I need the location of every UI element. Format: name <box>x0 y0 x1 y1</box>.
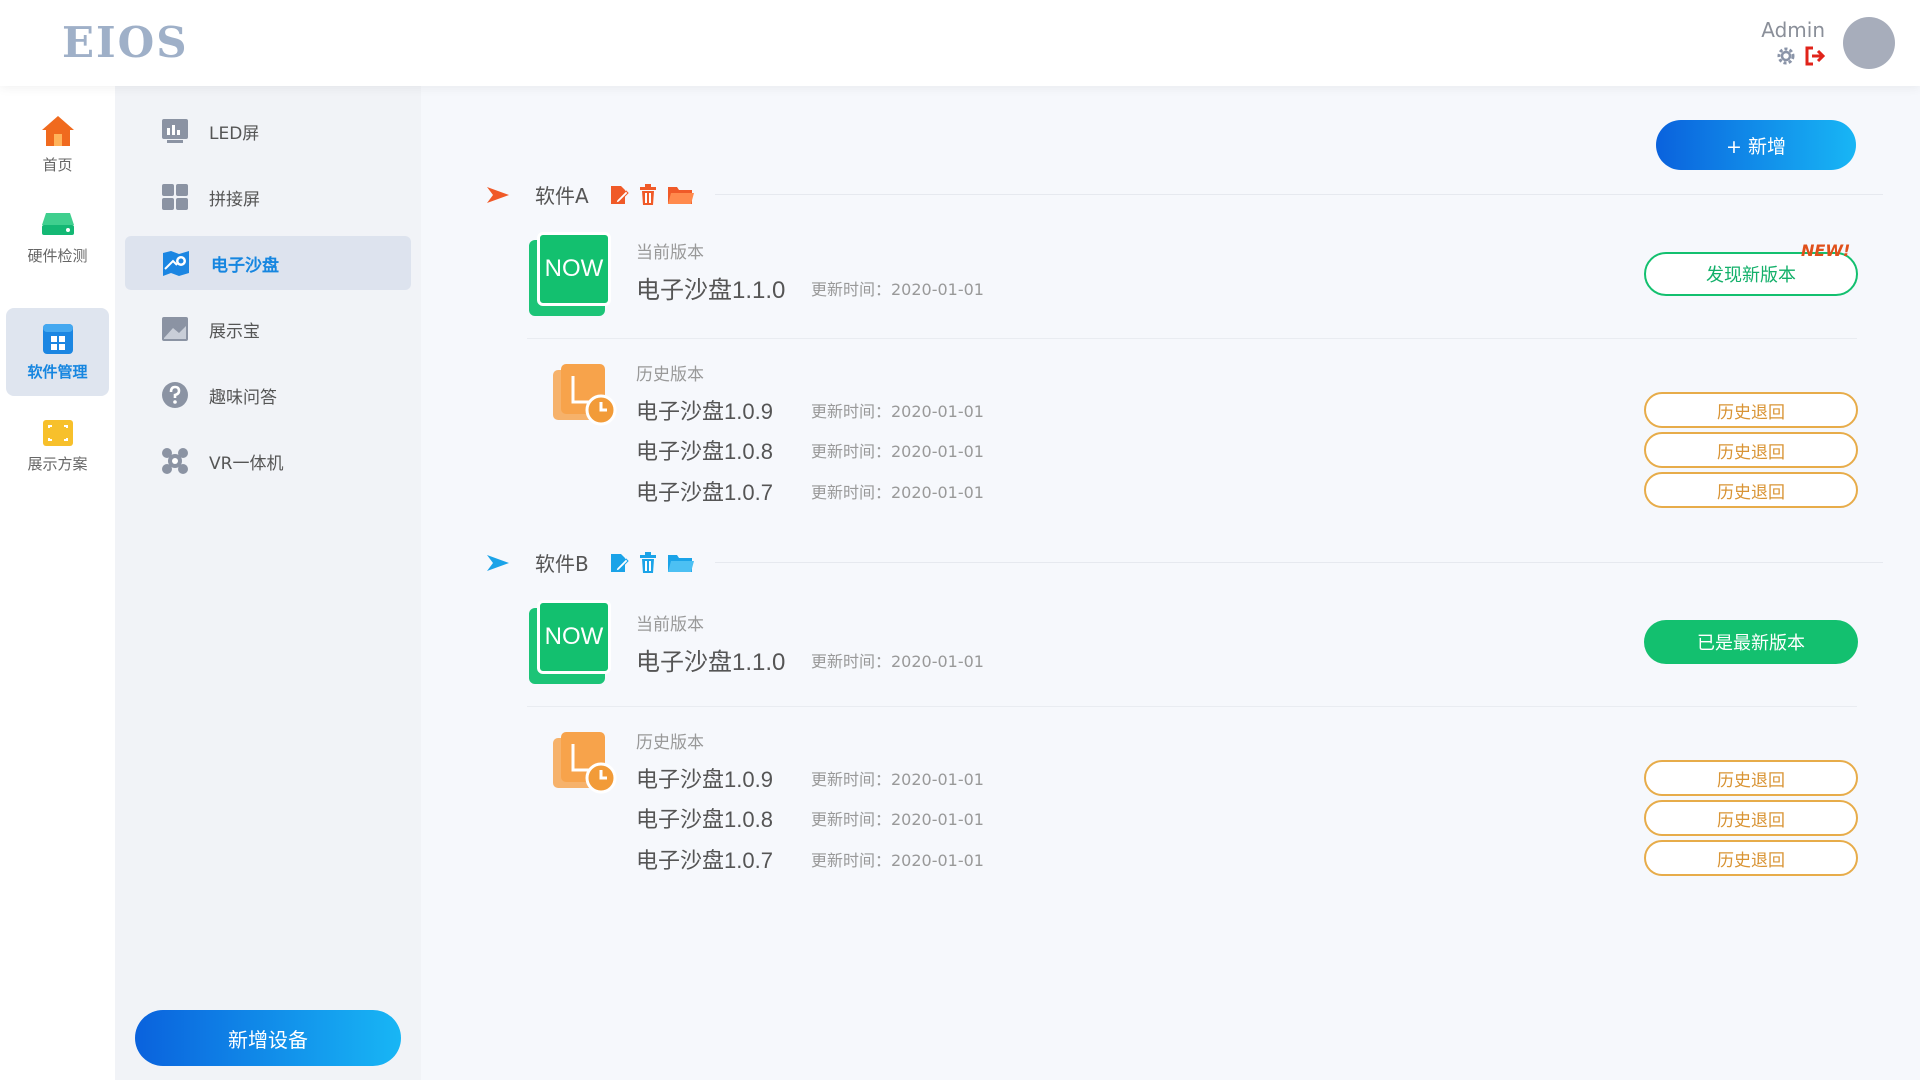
row-divider <box>527 338 1857 339</box>
add-device-button[interactable]: 新增设备 <box>135 1010 401 1066</box>
nav-label: 展示方案 <box>27 454 88 473</box>
home-icon <box>41 115 74 146</box>
history-icon <box>553 732 617 794</box>
vr-icon <box>162 448 188 474</box>
current-update-time: 更新时间：2020-01-01 <box>811 652 984 671</box>
history-version-name: 电子沙盘1.0.9 <box>636 767 773 792</box>
sand-table-icon <box>163 251 189 276</box>
folder-icon[interactable] <box>667 552 695 574</box>
avatar[interactable] <box>1843 17 1895 69</box>
splice-screen-icon <box>162 184 188 210</box>
current-update-time: 更新时间：2020-01-01 <box>811 280 984 299</box>
question-icon <box>162 382 188 408</box>
sub-navigation-list: LED屏 拼接屏 电子沙盘 展示宝 趣味问答 VR一体机 新增设备 <box>115 86 421 1080</box>
row-divider <box>527 706 1857 707</box>
history-update-time: 更新时间：2020-01-01 <box>811 851 984 870</box>
delete-icon[interactable] <box>639 551 657 574</box>
sub-item-question[interactable]: 趣味问答 <box>125 368 411 422</box>
nav-label: 软件管理 <box>27 362 88 381</box>
history-rollback-button[interactable]: 历史退回 <box>1644 432 1858 468</box>
sub-item-vr[interactable]: VR一体机 <box>125 434 411 488</box>
history-version-name: 电子沙盘1.0.7 <box>636 848 773 873</box>
current-version-name: 电子沙盘1.1.0 <box>636 277 786 304</box>
section-title: 软件A <box>535 184 589 208</box>
main-content: + 新增 软件A NOW 当前版本 电子沙盘1.1.0 更新时间：2020-01… <box>421 86 1920 1080</box>
sub-item-label: LED屏 <box>209 123 260 144</box>
gear-icon[interactable] <box>1776 46 1796 70</box>
history-version-label: 历史版本 <box>636 365 704 385</box>
nav-label: 硬件检测 <box>27 246 88 265</box>
now-label: NOW <box>537 600 611 674</box>
section-title: 软件B <box>535 552 589 576</box>
history-rollback-button[interactable]: 历史退回 <box>1644 800 1858 836</box>
current-version-label: 当前版本 <box>636 243 704 263</box>
edit-icon[interactable] <box>609 552 629 574</box>
history-rollback-button[interactable]: 历史退回 <box>1644 840 1858 876</box>
nav-item-display-plan[interactable]: 展示方案 <box>6 402 109 490</box>
now-label: NOW <box>537 232 611 306</box>
new-badge: NEW! <box>1801 241 1851 260</box>
latest-version-button[interactable]: 已是最新版本 <box>1644 620 1858 664</box>
history-version-name: 电子沙盘1.0.7 <box>636 480 773 505</box>
nav-item-software[interactable]: 软件管理 <box>6 308 109 396</box>
left-navigation: 首页 硬件检测 软件管理 展示方案 <box>0 86 115 1080</box>
delete-icon[interactable] <box>639 183 657 206</box>
sub-item-label: 拼接屏 <box>209 189 260 210</box>
nav-item-hardware[interactable]: 硬件检测 <box>6 194 109 282</box>
history-rollback-button[interactable]: 历史退回 <box>1644 472 1858 508</box>
current-version-label: 当前版本 <box>636 615 704 635</box>
folder-icon[interactable] <box>667 184 695 206</box>
history-update-time: 更新时间：2020-01-01 <box>811 402 984 421</box>
history-update-time: 更新时间：2020-01-01 <box>811 483 984 502</box>
logout-icon[interactable] <box>1804 46 1826 70</box>
now-badge-a: NOW <box>529 232 611 316</box>
hardware-icon <box>41 212 74 235</box>
add-software-button[interactable]: + 新增 <box>1656 120 1856 170</box>
led-screen-icon <box>162 119 188 143</box>
history-rollback-button[interactable]: 历史退回 <box>1644 760 1858 796</box>
play-arrow-icon <box>487 186 509 203</box>
history-version-label: 历史版本 <box>636 733 704 753</box>
header-actions <box>1776 46 1826 70</box>
history-update-time: 更新时间：2020-01-01 <box>811 442 984 461</box>
sub-item-splice[interactable]: 拼接屏 <box>125 170 411 224</box>
section-divider <box>714 562 1883 563</box>
nav-label: 首页 <box>42 155 73 174</box>
history-version-name: 电子沙盘1.0.8 <box>636 439 773 464</box>
edit-icon[interactable] <box>609 184 629 206</box>
history-update-time: 更新时间：2020-01-01 <box>811 770 984 789</box>
history-update-time: 更新时间：2020-01-01 <box>811 810 984 829</box>
history-version-name: 电子沙盘1.0.9 <box>636 399 773 424</box>
sub-item-showcase[interactable]: 展示宝 <box>125 302 411 356</box>
sub-item-sand-table[interactable]: 电子沙盘 <box>125 236 411 290</box>
section-header-a: 软件A <box>483 180 1883 209</box>
sub-item-label: VR一体机 <box>209 453 284 474</box>
display-plan-icon <box>42 419 73 446</box>
nav-item-home[interactable]: 首页 <box>6 100 109 188</box>
section-divider <box>714 194 1883 195</box>
section-header-b: 软件B <box>483 548 1883 577</box>
top-header: EIOS Admin <box>0 0 1920 86</box>
app-logo: EIOS <box>62 18 189 67</box>
now-badge-b: NOW <box>529 600 611 684</box>
sub-item-led[interactable]: LED屏 <box>125 104 411 158</box>
play-arrow-icon <box>487 554 509 571</box>
history-version-name: 电子沙盘1.0.8 <box>636 807 773 832</box>
sub-item-label: 展示宝 <box>209 321 260 342</box>
user-name: Admin <box>1761 18 1825 42</box>
software-icon <box>42 323 73 354</box>
history-icon <box>553 364 617 426</box>
showcase-icon <box>162 317 188 341</box>
current-version-name: 电子沙盘1.1.0 <box>636 649 786 676</box>
history-rollback-button[interactable]: 历史退回 <box>1644 392 1858 428</box>
sub-item-label: 电子沙盘 <box>211 255 279 276</box>
sub-item-label: 趣味问答 <box>209 387 277 408</box>
